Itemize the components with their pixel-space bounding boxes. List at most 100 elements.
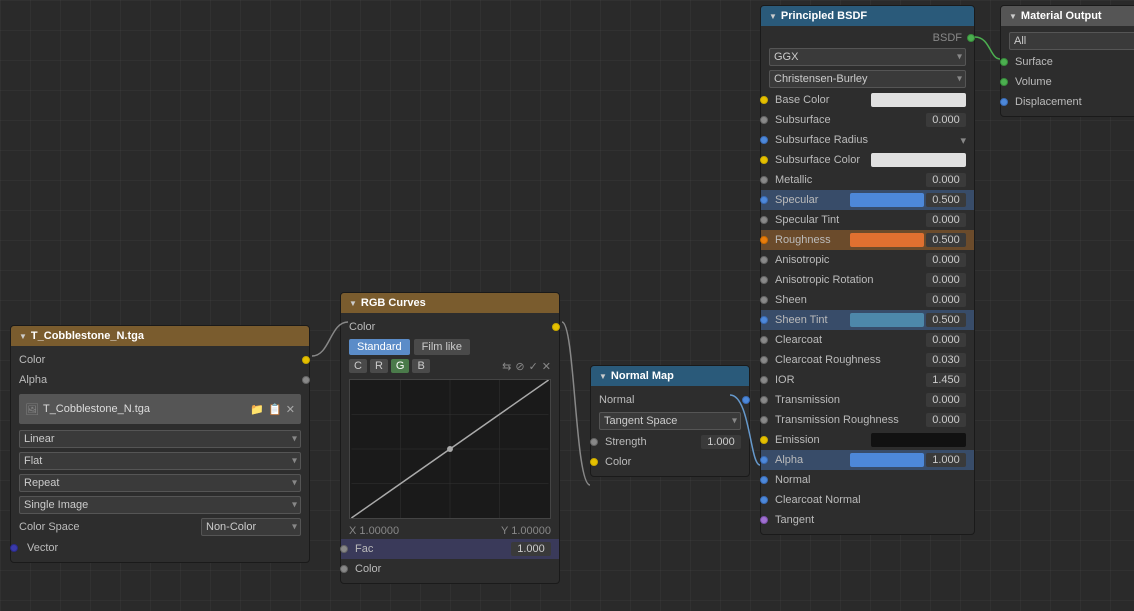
sheen-tint-socket[interactable] <box>760 316 768 324</box>
transmission-roughness-socket[interactable] <box>760 416 768 424</box>
subsurface-value[interactable]: 0.000 <box>926 113 966 127</box>
roughness-socket[interactable] <box>760 236 768 244</box>
ior-socket[interactable] <box>760 376 768 384</box>
folder-icon[interactable]: 📁 <box>250 403 264 416</box>
interpolation-select[interactable]: Linear Closest Cubic Smart <box>19 430 301 448</box>
vector-socket[interactable] <box>10 544 18 552</box>
alpha-output-socket[interactable] <box>302 376 310 384</box>
curves-color-in-socket[interactable] <box>340 565 348 573</box>
channel-g[interactable]: G <box>391 359 410 373</box>
volume-socket[interactable] <box>1000 78 1008 86</box>
transmission-roughness-value[interactable]: 0.000 <box>926 413 966 427</box>
subsurface-radius-label: Subsurface Radius <box>769 134 960 146</box>
base-color-socket[interactable] <box>760 96 768 104</box>
fac-input-socket[interactable] <box>340 545 348 553</box>
output-node-header[interactable]: ▼ Material Output <box>1001 6 1134 26</box>
subsurface-radius-socket[interactable] <box>760 136 768 144</box>
wire-bsdf-to-output <box>975 37 1000 59</box>
channel-b[interactable]: B <box>412 359 429 373</box>
clearcoat-roughness-socket[interactable] <box>760 356 768 364</box>
extension-select[interactable]: Repeat Extend Clip <box>19 474 301 492</box>
sheen-tint-bar[interactable] <box>850 313 925 327</box>
alpha-bar[interactable] <box>850 453 925 467</box>
tab-filmlike[interactable]: Film like <box>414 339 470 355</box>
dist-select[interactable]: GGX Beckmann Multiscatter GGX <box>769 48 966 66</box>
sheen-tint-value[interactable]: 0.500 <box>926 313 966 327</box>
channel-c[interactable]: C <box>349 359 367 373</box>
fac-value[interactable]: 1.000 <box>511 542 551 556</box>
surface-socket[interactable] <box>1000 58 1008 66</box>
curves-color-out-label: Color <box>349 563 551 575</box>
normal-input-label: Normal <box>769 474 966 486</box>
bsdf-output-socket[interactable] <box>967 34 975 42</box>
output-collapse-icon: ▼ <box>1009 12 1017 21</box>
color-output-socket[interactable] <box>302 356 310 364</box>
roughness-value[interactable]: 0.500 <box>926 233 966 247</box>
transmission-socket[interactable] <box>760 396 768 404</box>
output-title: Material Output <box>1021 10 1102 22</box>
clearcoat-roughness-value[interactable]: 0.030 <box>926 353 966 367</box>
flip-icon[interactable]: ⇆ <box>502 360 511 373</box>
alpha-value[interactable]: 1.000 <box>926 453 966 467</box>
subsurface-method-select[interactable]: Christensen-Burley Random Walk <box>769 70 966 88</box>
ior-value[interactable]: 1.450 <box>926 373 966 387</box>
tab-standard[interactable]: Standard <box>349 339 410 355</box>
normalmap-color-socket[interactable] <box>590 458 598 466</box>
specular-bar[interactable] <box>850 193 925 207</box>
transmission-roughness-row: Transmission Roughness 0.000 <box>761 410 974 430</box>
strength-socket[interactable] <box>590 438 598 446</box>
transmission-value[interactable]: 0.000 <box>926 393 966 407</box>
output-target-select[interactable]: All Eevee Cycles <box>1009 32 1134 50</box>
normal-input-socket[interactable] <box>760 476 768 484</box>
displacement-socket[interactable] <box>1000 98 1008 106</box>
projection-select[interactable]: Flat Box Sphere Tube <box>19 452 301 470</box>
clearcoat-value[interactable]: 0.000 <box>926 333 966 347</box>
subsurface-color-row: Subsurface Color <box>761 150 974 170</box>
specular-tint-socket[interactable] <box>760 216 768 224</box>
anisotropic-socket[interactable] <box>760 256 768 264</box>
anisotropic-value[interactable]: 0.000 <box>926 253 966 267</box>
sheen-tint-row: Sheen Tint 0.500 <box>761 310 974 330</box>
clearcoat-normal-socket[interactable] <box>760 496 768 504</box>
subsurface-radius-arrow[interactable]: ▾ <box>960 134 966 147</box>
metallic-socket[interactable] <box>760 176 768 184</box>
base-color-row: Base Color <box>761 90 974 110</box>
channel-r[interactable]: R <box>370 359 388 373</box>
anisotropic-rotation-value[interactable]: 0.000 <box>926 273 966 287</box>
anisotropic-rotation-socket[interactable] <box>760 276 768 284</box>
curves-color-out-socket[interactable] <box>552 323 560 331</box>
check-icon[interactable]: ✓ <box>529 360 538 373</box>
strength-value[interactable]: 1.000 <box>701 435 741 449</box>
subsurface-socket[interactable] <box>760 116 768 124</box>
colorspace-select[interactable]: Non-Color sRGB Linear <box>201 518 301 536</box>
close-curve-icon[interactable]: ✕ <box>542 360 551 373</box>
clearcoat-socket[interactable] <box>760 336 768 344</box>
texture-node-header[interactable]: ▼ T_Cobblestone_N.tga <box>11 326 309 346</box>
bsdf-node-header[interactable]: ▼ Principled BSDF <box>761 6 974 26</box>
specular-socket[interactable] <box>760 196 768 204</box>
sheen-socket[interactable] <box>760 296 768 304</box>
base-color-swatch[interactable] <box>871 93 967 107</box>
normalmap-header[interactable]: ▼ Normal Map <box>591 366 749 386</box>
curves-node-header[interactable]: ▼ RGB Curves <box>341 293 559 313</box>
close-icon[interactable]: ✕ <box>286 403 295 416</box>
tangent-socket[interactable] <box>760 516 768 524</box>
subsurface-color-swatch[interactable] <box>871 153 967 167</box>
alpha-bsdf-socket[interactable] <box>760 456 768 464</box>
sheen-value[interactable]: 0.000 <box>926 293 966 307</box>
subsurface-color-socket[interactable] <box>760 156 768 164</box>
specular-tint-value[interactable]: 0.000 <box>926 213 966 227</box>
source-select[interactable]: Single Image Image Sequence Movie Genera… <box>19 496 301 514</box>
normal-out-socket[interactable] <box>742 396 750 404</box>
copy-icon[interactable]: 📋 <box>268 403 282 416</box>
emission-socket[interactable] <box>760 436 768 444</box>
control-point[interactable] <box>447 446 453 452</box>
output-dropdown-row: All Eevee Cycles <box>1001 30 1134 52</box>
roughness-bar[interactable] <box>850 233 925 247</box>
curves-color-in-row: Color <box>341 317 559 337</box>
metallic-value[interactable]: 0.000 <box>926 173 966 187</box>
tangent-space-select[interactable]: Tangent Space Object Space World Space <box>599 412 741 430</box>
invert-icon[interactable]: ⊘ <box>515 360 524 373</box>
emission-swatch[interactable] <box>871 433 967 447</box>
specular-value[interactable]: 0.500 <box>926 193 966 207</box>
